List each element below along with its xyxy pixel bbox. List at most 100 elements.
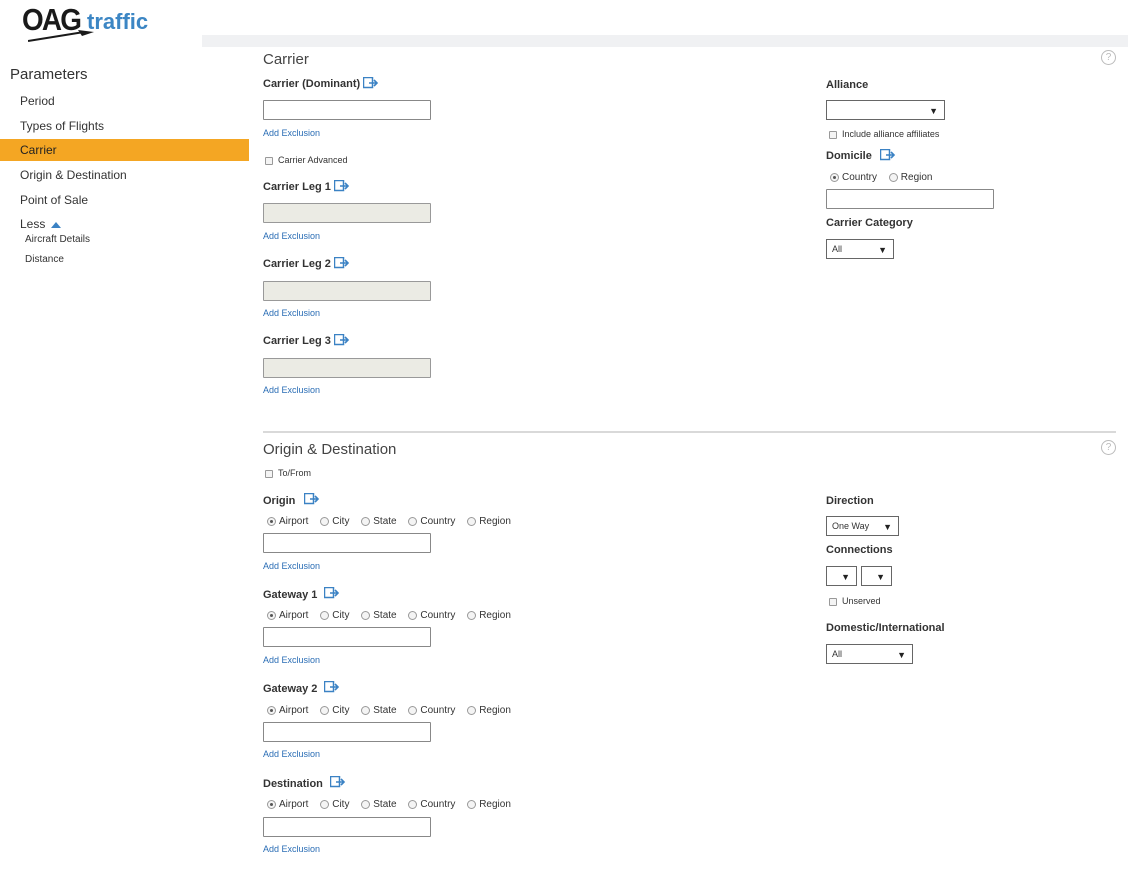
radio-label: Region (479, 705, 511, 716)
destination-option-city[interactable]: City (320, 799, 349, 810)
tofrom-checkbox[interactable]: To/From (265, 468, 311, 478)
direction-select[interactable]: One Way ▼ (826, 516, 899, 536)
gateway1-option-country[interactable]: Country (408, 610, 455, 621)
app-logo[interactable]: OAG traffic (0, 0, 202, 47)
radio-button[interactable] (361, 799, 371, 809)
radio-button[interactable] (320, 610, 330, 620)
origin-add-exclusion-link[interactable]: Add Exclusion (263, 561, 320, 571)
checkbox-box[interactable] (265, 469, 273, 478)
sidebar-item-period[interactable]: Period (0, 90, 249, 112)
radio-button[interactable] (408, 610, 418, 620)
checkbox-box[interactable] (829, 597, 837, 606)
od-help-icon[interactable]: ? (1101, 440, 1116, 455)
gateway2-option-country[interactable]: Country (408, 705, 455, 716)
sidebar-item-less[interactable]: Less (0, 213, 249, 235)
carrier-leg3-input[interactable] (263, 358, 431, 378)
sidebar-item-carrier[interactable]: Carrier (0, 139, 249, 161)
checkbox-box[interactable] (829, 130, 837, 139)
gateway1-option-region[interactable]: Region (467, 610, 511, 621)
import-list-icon[interactable] (324, 681, 340, 693)
radio-button[interactable] (467, 610, 477, 620)
destination-option-airport[interactable]: Airport (267, 799, 308, 810)
origin-option-city[interactable]: City (320, 516, 349, 527)
gateway2-option-airport[interactable]: Airport (267, 705, 308, 716)
radio-button[interactable] (320, 516, 330, 526)
radio-button[interactable] (267, 610, 276, 620)
checkbox-box[interactable] (265, 156, 273, 165)
radio-button[interactable] (267, 705, 276, 715)
origin-option-country[interactable]: Country (408, 516, 455, 527)
gateway2-option-city[interactable]: City (320, 705, 349, 716)
origin-option-airport[interactable]: Airport (267, 516, 308, 527)
domicile-option-country[interactable]: Country (830, 172, 877, 183)
carrier-leg2-input[interactable] (263, 281, 431, 301)
import-list-icon[interactable] (880, 149, 896, 161)
radio-button[interactable] (267, 516, 276, 526)
origin-option-region[interactable]: Region (467, 516, 511, 527)
sidebar-item-point-of-sale[interactable]: Point of Sale (0, 189, 249, 211)
import-list-icon[interactable] (330, 776, 346, 788)
radio-button[interactable] (320, 705, 330, 715)
carrier-dominant-label: Carrier (Dominant) (263, 78, 361, 90)
destination-input[interactable] (263, 817, 431, 837)
alliance-select[interactable]: ▼ (826, 100, 945, 120)
connections-max-select[interactable]: ▼ (861, 566, 892, 586)
import-list-icon[interactable] (324, 587, 340, 599)
radio-button[interactable] (361, 705, 371, 715)
carrier-help-icon[interactable]: ? (1101, 50, 1116, 65)
carrier-advanced-checkbox[interactable]: Carrier Advanced (265, 155, 348, 165)
carrier-leg2-add-exclusion-link[interactable]: Add Exclusion (263, 308, 320, 318)
domestic-international-select[interactable]: All ▼ (826, 644, 913, 664)
radio-label: Region (479, 610, 511, 621)
carrier-category-select[interactable]: All ▼ (826, 239, 894, 259)
radio-button[interactable] (320, 799, 330, 809)
radio-button[interactable] (361, 610, 371, 620)
carrier-leg1-input[interactable] (263, 203, 431, 223)
sidebar-subitem-distance[interactable]: Distance (25, 254, 64, 265)
carrier-leg3-add-exclusion-link[interactable]: Add Exclusion (263, 385, 320, 395)
import-list-icon[interactable] (334, 334, 350, 346)
gateway1-option-city[interactable]: City (320, 610, 349, 621)
gateway2-option-region[interactable]: Region (467, 705, 511, 716)
import-list-icon[interactable] (304, 493, 320, 505)
import-list-icon[interactable] (334, 180, 350, 192)
gateway1-option-state[interactable]: State (361, 610, 397, 621)
sidebar-title: Parameters (10, 66, 88, 83)
radio-button[interactable] (888, 172, 898, 182)
connections-min-select[interactable]: ▼ (826, 566, 857, 586)
unserved-checkbox[interactable]: Unserved (829, 596, 881, 606)
include-affiliates-checkbox[interactable]: Include alliance affiliates (829, 129, 939, 139)
gateway2-add-exclusion-link[interactable]: Add Exclusion (263, 749, 320, 759)
radio-label: Country (420, 799, 456, 810)
gateway2-option-state[interactable]: State (361, 705, 397, 716)
radio-button[interactable] (267, 799, 276, 809)
destination-option-region[interactable]: Region (467, 799, 511, 810)
radio-button[interactable] (830, 172, 839, 182)
carrier-leg1-add-exclusion-link[interactable]: Add Exclusion (263, 231, 320, 241)
domicile-input[interactable] (826, 189, 994, 209)
radio-button[interactable] (361, 516, 371, 526)
domicile-option-region[interactable]: Region (888, 172, 933, 183)
gateway2-input[interactable] (263, 722, 431, 742)
radio-button[interactable] (408, 705, 418, 715)
gateway1-input[interactable] (263, 627, 431, 647)
gateway1-add-exclusion-link[interactable]: Add Exclusion (263, 655, 320, 665)
destination-option-state[interactable]: State (361, 799, 397, 810)
origin-option-state[interactable]: State (361, 516, 397, 527)
radio-button[interactable] (408, 799, 418, 809)
sidebar-item-types-of-flights[interactable]: Types of Flights (0, 115, 249, 137)
import-list-icon[interactable] (363, 77, 379, 89)
origin-input[interactable] (263, 533, 431, 553)
carrier-dominant-add-exclusion-link[interactable]: Add Exclusion (263, 128, 320, 138)
destination-option-country[interactable]: Country (408, 799, 455, 810)
carrier-dominant-input[interactable] (263, 100, 431, 120)
sidebar-subitem-aircraft-details[interactable]: Aircraft Details (25, 234, 90, 245)
sidebar-item-origin-destination[interactable]: Origin & Destination (0, 164, 249, 186)
radio-button[interactable] (408, 516, 418, 526)
radio-button[interactable] (467, 799, 477, 809)
gateway1-option-airport[interactable]: Airport (267, 610, 308, 621)
destination-add-exclusion-link[interactable]: Add Exclusion (263, 844, 320, 854)
radio-button[interactable] (467, 705, 477, 715)
import-list-icon[interactable] (334, 257, 350, 269)
radio-button[interactable] (467, 516, 477, 526)
